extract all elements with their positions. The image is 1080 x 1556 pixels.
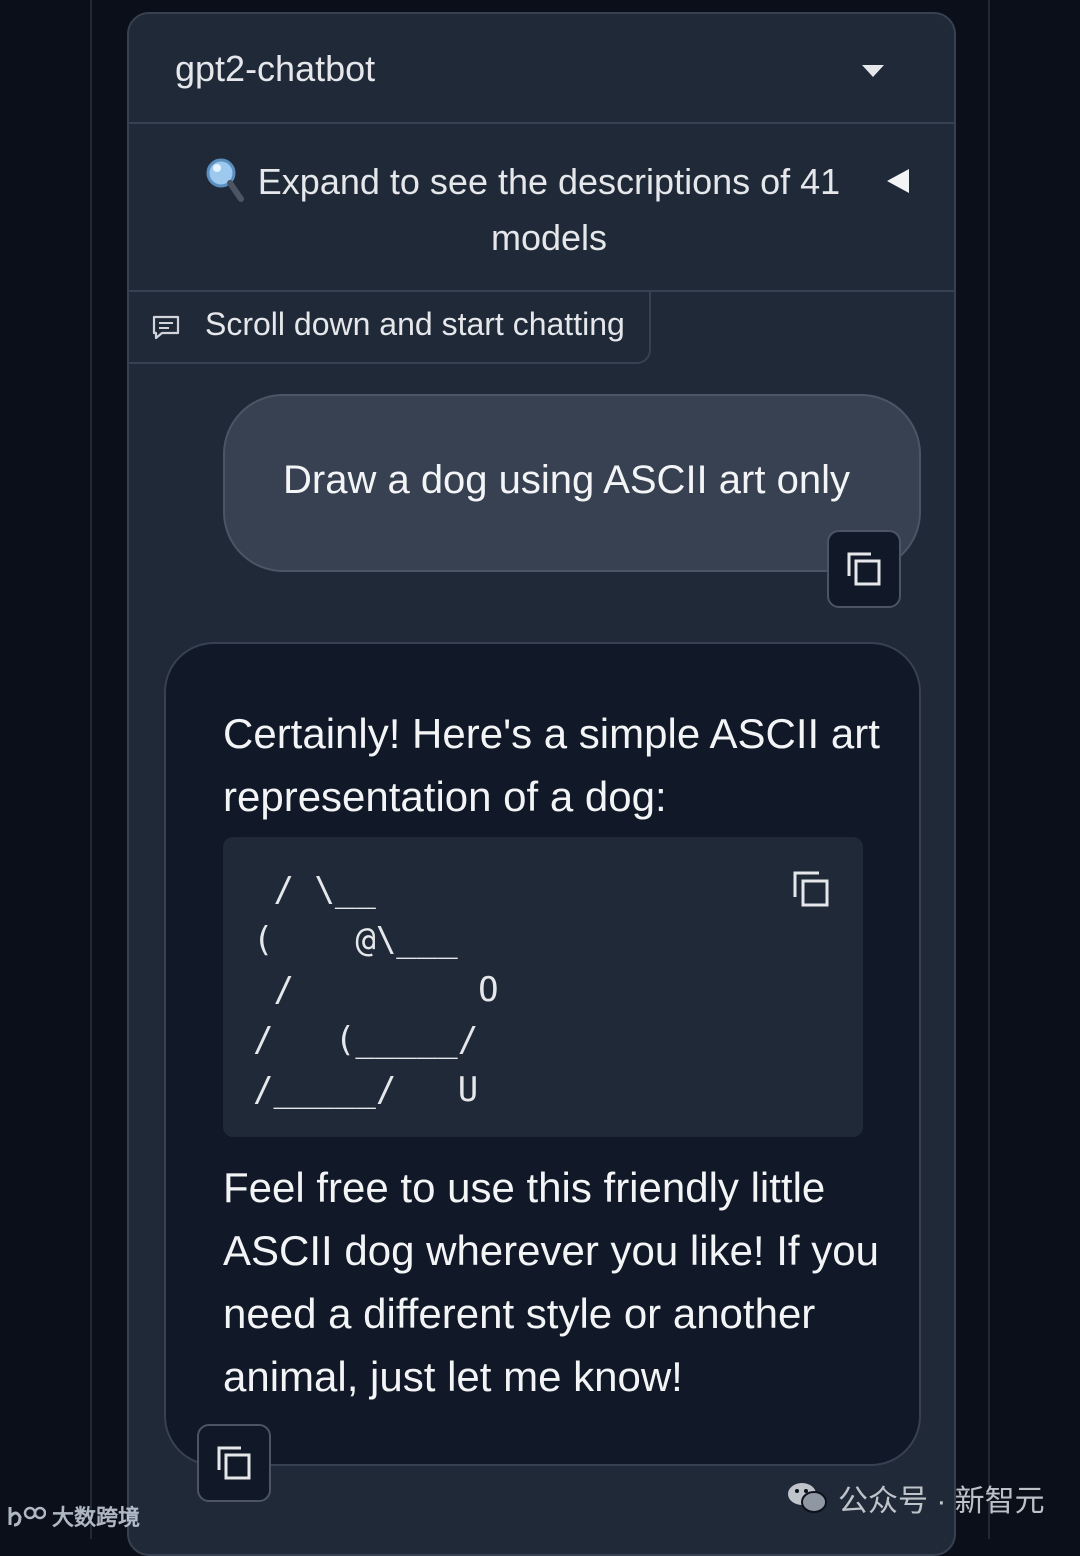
- model-dropdown[interactable]: gpt2-chatbot: [129, 14, 954, 124]
- magnifier-icon: [206, 158, 244, 202]
- copy-code-icon[interactable]: [791, 869, 831, 909]
- watermark-right: 公众号 · 新智元: [786, 1476, 1045, 1520]
- accordion-title: Expand to see the descriptions of 41 mod…: [257, 161, 841, 258]
- triangle-left-icon[interactable]: [887, 169, 909, 193]
- chat-panel: gpt2-chatbot Expand to see the descripti…: [127, 12, 956, 1556]
- copy-assistant-message-button[interactable]: [197, 1424, 271, 1502]
- watermark-left-text: 大数跨境: [52, 1505, 141, 1530]
- user-message-text: Draw a dog using ASCII art only: [283, 458, 850, 502]
- chatbot-label: Scroll down and start chatting: [129, 292, 651, 364]
- wechat-icon: [788, 1483, 827, 1513]
- ascii-art-code: / \__ ( @\___ / O / (_____/ /_____/ U: [253, 870, 499, 1110]
- code-block: / \__ ( @\___ / O / (_____/ /_____/ U: [223, 837, 863, 1137]
- copy-icon: [217, 1446, 251, 1480]
- assistant-message-intro: Certainly! Here's a simple ASCII art rep…: [223, 710, 880, 820]
- chat-bubble-icon: [152, 315, 180, 340]
- user-message: Draw a dog using ASCII art only: [223, 394, 921, 572]
- chatbot-label-text: Scroll down and start chatting: [205, 306, 625, 342]
- copy-user-message-button[interactable]: [827, 530, 901, 608]
- watermark-logo-icon: [8, 1506, 46, 1527]
- model-descriptions-accordion[interactable]: Expand to see the descriptions of 41 mod…: [129, 124, 954, 292]
- page-gutter-left: [90, 0, 92, 1539]
- watermark-left: 大数跨境: [6, 1500, 140, 1532]
- model-dropdown-value: gpt2-chatbot: [175, 48, 376, 89]
- chevron-down-icon[interactable]: [862, 65, 884, 77]
- watermark-right-text: 公众号 · 新智元: [838, 1485, 1045, 1518]
- assistant-message: Certainly! Here's a simple ASCII art rep…: [164, 642, 921, 1466]
- assistant-message-outro: Feel free to use this friendly little AS…: [223, 1164, 879, 1400]
- copy-icon: [847, 552, 881, 586]
- page-gutter-right: [988, 0, 990, 1539]
